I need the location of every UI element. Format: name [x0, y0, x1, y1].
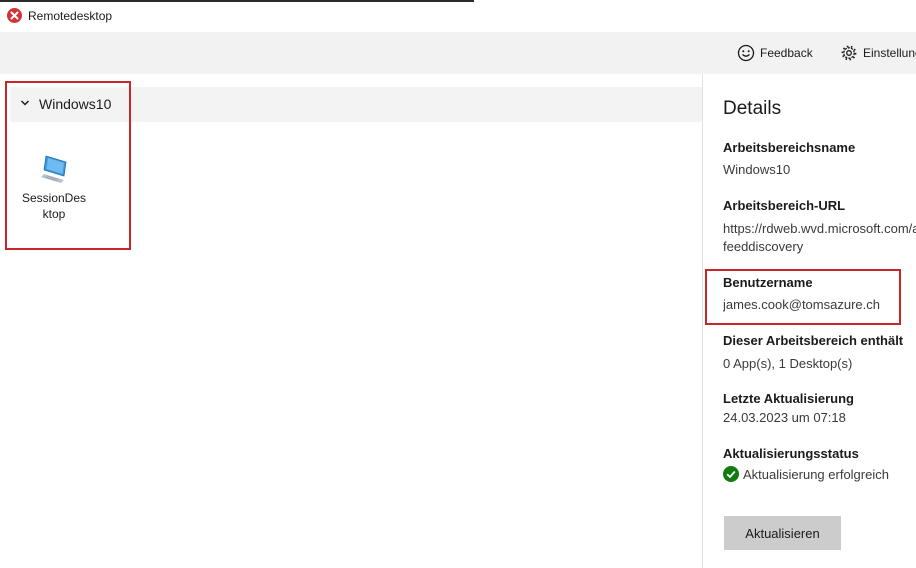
desktop-tile-label-line1: SessionDes: [21, 191, 87, 205]
details-pane: Details Arbeitsbereichsname Windows10 Ar…: [723, 0, 916, 568]
desktop-tile-label: SessionDes ktop: [16, 190, 92, 222]
refresh-button[interactable]: Aktualisieren: [724, 516, 841, 550]
workspace-url-value-line1: https://rdweb.wvd.microsoft.com/api/arm/: [723, 221, 916, 236]
contains-label: Dieser Arbeitsbereich enthält: [723, 333, 904, 348]
desktop-monitor-icon: [41, 155, 67, 183]
workspace-name-label: Arbeitsbereichsname: [723, 140, 856, 155]
remote-desktop-app-icon: [7, 8, 22, 23]
title-bar-accent-line: [0, 0, 474, 2]
window-title: Remotedesktop: [28, 9, 113, 23]
workspace-group-header[interactable]: [10, 87, 702, 122]
workspace-url-label: Arbeitsbereich-URL: [723, 198, 846, 213]
details-heading: Details: [723, 98, 782, 119]
details-divider: [702, 74, 703, 568]
chevron-down-icon[interactable]: [20, 99, 30, 107]
username-label: Benutzername: [723, 275, 813, 290]
workspace-group-name: Windows10: [39, 96, 112, 112]
last-update-label: Letzte Aktualisierung: [723, 391, 854, 406]
workspace-url-value-line2: feeddiscovery: [723, 239, 804, 254]
update-status: Aktualisierung erfolgreich: [723, 466, 889, 482]
contains-value: 0 App(s), 1 Desktop(s): [723, 356, 853, 371]
workspace-name-value: Windows10: [723, 162, 791, 177]
success-check-icon: [723, 466, 739, 482]
update-status-label: Aktualisierungsstatus: [723, 446, 859, 461]
username-value: james.cook@tomsazure.ch: [723, 297, 880, 312]
desktop-tile[interactable]: SessionDes ktop: [16, 150, 92, 230]
desktop-tile-label-line2: ktop: [42, 207, 66, 221]
last-update-value: 24.03.2023 um 07:18: [723, 410, 846, 425]
update-status-value: Aktualisierung erfolgreich: [743, 466, 889, 482]
